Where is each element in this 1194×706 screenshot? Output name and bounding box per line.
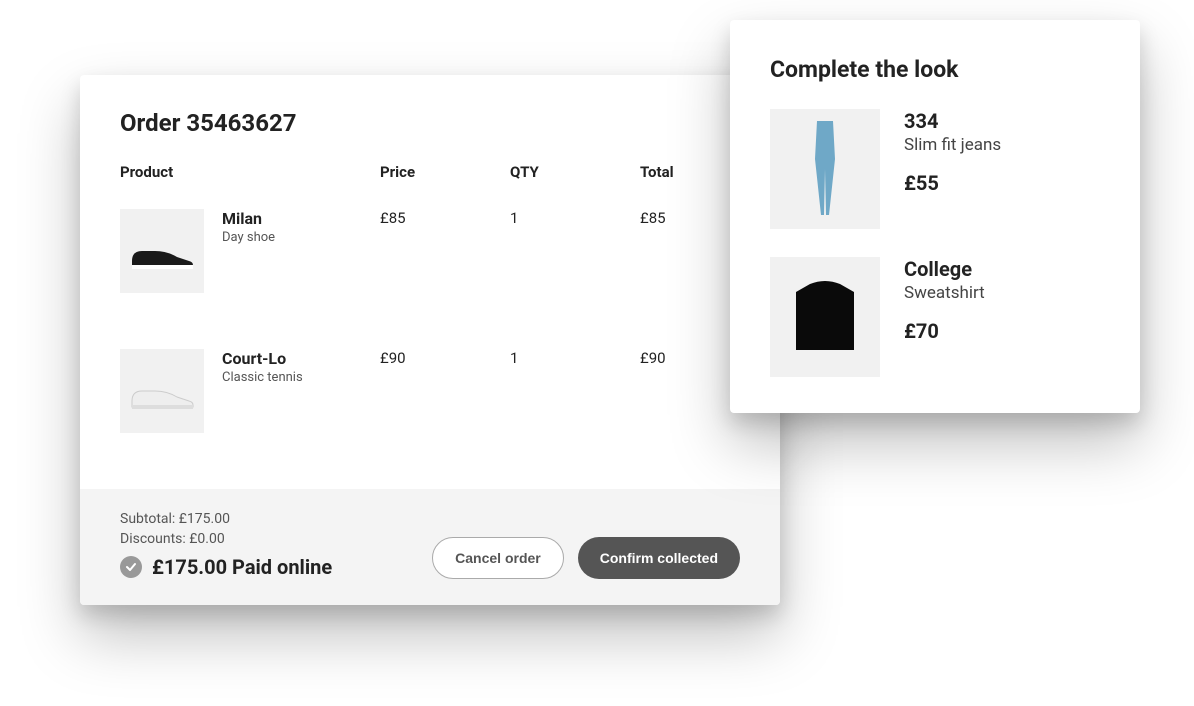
discounts-line: Discounts: £0.00 xyxy=(120,531,332,547)
cancel-order-button[interactable]: Cancel order xyxy=(432,537,564,579)
col-price: Price xyxy=(380,163,510,199)
order-table: Product Price QTY Total Milan Day shoe £… xyxy=(120,163,740,479)
paid-line: £175.00 Paid online xyxy=(120,555,332,579)
list-item[interactable]: 334 Slim fit jeans £55 xyxy=(770,109,1100,229)
look-thumb xyxy=(770,109,880,229)
subtotal-line: Subtotal: £175.00 xyxy=(120,511,332,527)
product-name: Milan xyxy=(222,209,275,228)
check-circle-icon xyxy=(120,556,142,578)
shoe-dark-icon xyxy=(127,231,197,271)
order-title: Order 35463627 xyxy=(120,109,740,137)
product-price: £85 xyxy=(380,199,510,273)
product-qty: 1 xyxy=(510,199,640,273)
product-thumb xyxy=(120,209,204,293)
order-footer: Subtotal: £175.00 Discounts: £0.00 £175.… xyxy=(80,489,780,605)
look-title: Complete the look xyxy=(770,56,1100,83)
order-card: Order 35463627 Product Price QTY Total M… xyxy=(80,75,780,605)
look-item-name: 334 xyxy=(904,109,1001,133)
col-product: Product xyxy=(120,163,380,199)
confirm-collected-button[interactable]: Confirm collected xyxy=(578,537,740,579)
look-thumb xyxy=(770,257,880,377)
look-item-price: £70 xyxy=(904,319,985,343)
product-name: Court-Lo xyxy=(222,349,303,368)
look-item-sub: Slim fit jeans xyxy=(904,135,1001,155)
look-item-price: £55 xyxy=(904,171,1001,195)
paid-text: £175.00 Paid online xyxy=(152,555,332,579)
table-row: Court-Lo Classic tennis xyxy=(120,339,380,479)
shoe-light-icon xyxy=(127,371,197,411)
product-total: £90 xyxy=(640,339,740,413)
product-price: £90 xyxy=(380,339,510,413)
product-qty: 1 xyxy=(510,339,640,413)
col-qty: QTY xyxy=(510,163,640,199)
product-thumb xyxy=(120,349,204,433)
product-sub: Day shoe xyxy=(222,230,275,245)
list-item[interactable]: College Sweatshirt £70 xyxy=(770,257,1100,377)
look-item-name: College xyxy=(904,257,985,281)
product-total: £85 xyxy=(640,199,740,273)
col-total: Total xyxy=(640,163,740,199)
look-item-sub: Sweatshirt xyxy=(904,283,985,303)
table-row: Milan Day shoe xyxy=(120,199,380,339)
sweatshirt-icon xyxy=(780,272,870,362)
jeans-icon xyxy=(805,119,845,219)
product-sub: Classic tennis xyxy=(222,370,303,385)
complete-look-card: Complete the look 334 Slim fit jeans £55… xyxy=(730,20,1140,413)
